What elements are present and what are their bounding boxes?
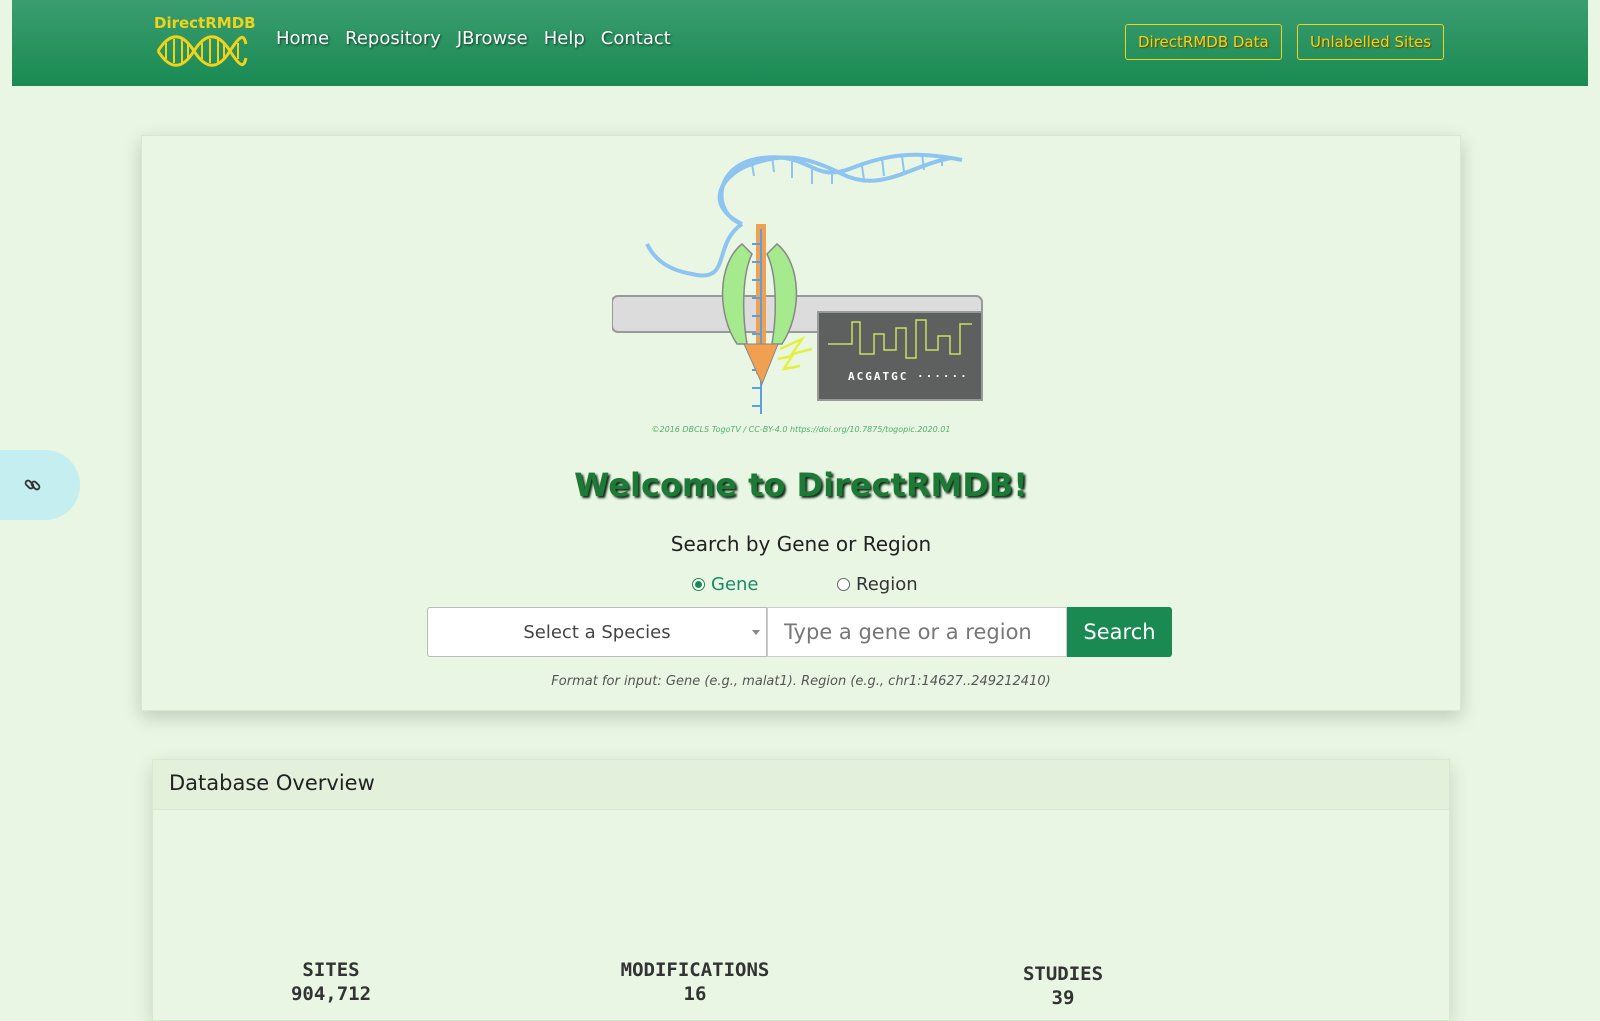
species-select-value: Select a Species <box>523 621 671 643</box>
dna-logo-icon <box>156 35 248 67</box>
logo-text: DirectRMDB <box>154 14 256 32</box>
unlabelled-sites-button[interactable]: Unlabelled Sites <box>1297 24 1445 60</box>
side-link-tab[interactable] <box>0 450 80 520</box>
image-credit: ©2016 DBCLS TogoTV / CC-BY-4.0 https://d… <box>651 425 951 434</box>
chevron-down-icon <box>752 630 760 635</box>
region-radio-label: Region <box>856 574 918 595</box>
site-logo[interactable]: DirectRMDB <box>154 14 256 70</box>
search-title: Search by Gene or Region <box>670 532 932 556</box>
gene-radio-label: Gene <box>711 574 759 595</box>
stat-modifications-value: 16 <box>683 983 707 1005</box>
search-bar: Select a Species Search <box>427 607 1172 657</box>
link-icon <box>24 479 41 491</box>
stat-sites-label: SITES <box>302 959 360 981</box>
database-overview-panel: Database Overview SITES 904,712 MODIFICA… <box>152 759 1450 1021</box>
stat-studies-value: 39 <box>1051 987 1075 1009</box>
stat-modifications: MODIFICATIONS 16 <box>605 958 785 1006</box>
search-card: ACGATGC ······ ©2016 DBCLS TogoTV / CC-B… <box>141 135 1461 711</box>
stat-studies-label: STUDIES <box>1022 963 1104 985</box>
top-navbar: DirectRMDB Home Repository JBrowse Help … <box>12 0 1588 86</box>
format-hint: Format for input: Gene (e.g., malat1). R… <box>551 674 1051 689</box>
region-radio-option[interactable]: Region <box>837 574 918 595</box>
nanopore-illustration: ACGATGC ······ <box>612 152 983 414</box>
species-select[interactable]: Select a Species <box>427 607 767 657</box>
stat-sites-value: 904,712 <box>290 983 372 1005</box>
nav-home[interactable]: Home <box>276 28 329 49</box>
stat-studies: STUDIES 39 <box>1003 962 1123 1010</box>
gene-region-input[interactable] <box>767 607 1067 657</box>
welcome-heading: Welcome to DirectRMDB! <box>574 466 1028 504</box>
nav-help[interactable]: Help <box>544 28 585 49</box>
nav-links: Home Repository JBrowse Help Contact <box>276 28 671 49</box>
stat-modifications-label: MODIFICATIONS <box>620 959 770 981</box>
directrmdb-data-button[interactable]: DirectRMDB Data <box>1125 24 1282 60</box>
nav-repository[interactable]: Repository <box>345 28 441 49</box>
gene-radio-option[interactable]: Gene <box>692 574 759 595</box>
gene-radio[interactable] <box>692 578 705 591</box>
overview-title: Database Overview <box>153 760 1449 810</box>
nav-contact[interactable]: Contact <box>601 28 671 49</box>
nav-jbrowse[interactable]: JBrowse <box>457 28 528 49</box>
region-radio[interactable] <box>837 578 850 591</box>
stat-sites: SITES 904,712 <box>261 958 401 1006</box>
sequence-text: ACGATGC ······ <box>848 370 969 383</box>
search-button[interactable]: Search <box>1067 607 1172 657</box>
